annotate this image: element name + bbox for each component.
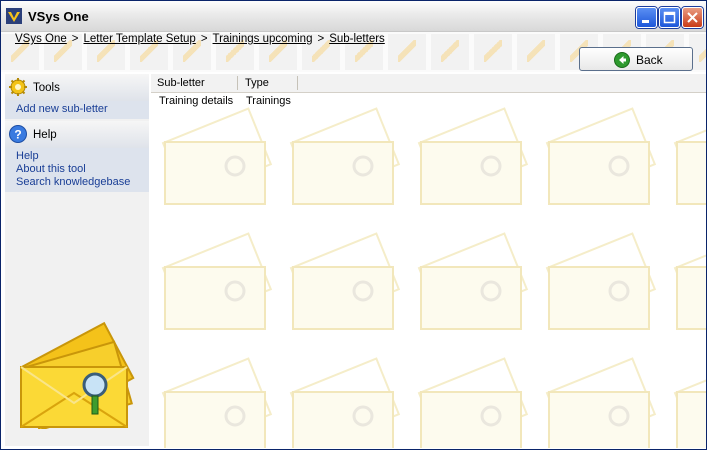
title-bar[interactable]: VSys One — [1, 1, 706, 32]
breadcrumb-separator: > — [317, 33, 325, 45]
app-window: VSys One VSys One > Letter Template Setup >… — [0, 0, 707, 450]
add-new-sub-letter-link[interactable]: Add new sub-letter — [16, 103, 149, 116]
breadcrumb-item-trainings-upcoming[interactable]: Trainings upcoming — [213, 33, 313, 45]
sidebar: Tools Add new sub-letter ? Help Help Abo… — [5, 74, 149, 446]
breadcrumb-item-sub-letters[interactable]: Sub-letters — [329, 33, 385, 45]
search-knowledgebase-link[interactable]: Search knowledgebase — [16, 176, 149, 189]
help-link[interactable]: Help — [16, 150, 149, 163]
minimize-button[interactable] — [636, 7, 657, 28]
envelope-watermark-icon — [161, 107, 706, 448]
cell-type: Trainings — [246, 95, 291, 107]
cell-sub-letter: Training details — [159, 95, 234, 107]
help-panel-body: Help About this tool Search knowledgebas… — [5, 148, 149, 192]
list-header: Sub-letter Type — [151, 74, 706, 93]
help-panel-header[interactable]: ? Help — [5, 121, 149, 148]
tools-panel-body: Add new sub-letter — [5, 101, 149, 119]
vsys-app-icon — [6, 8, 22, 24]
window-title: VSys One — [28, 9, 89, 24]
column-header-type[interactable]: Type — [245, 77, 269, 89]
sub-letter-list-area: Sub-letter Type Training details Trainin… — [151, 74, 706, 448]
close-button[interactable] — [682, 7, 703, 28]
envelopes-magnifier-icon — [20, 321, 135, 429]
maximize-icon — [663, 11, 676, 24]
back-button-label: Back — [636, 53, 663, 67]
column-divider[interactable] — [237, 76, 238, 90]
tools-panel-header[interactable]: Tools — [5, 74, 149, 101]
about-this-tool-link[interactable]: About this tool — [16, 163, 149, 176]
maximize-button[interactable] — [659, 7, 680, 28]
breadcrumb-item-letter-template-setup[interactable]: Letter Template Setup — [84, 33, 196, 45]
breadcrumb-separator: > — [200, 33, 208, 45]
back-button[interactable]: Back — [579, 47, 693, 71]
breadcrumb: VSys One > Letter Template Setup > Trainings… — [15, 33, 385, 45]
help-panel-title: Help — [33, 129, 57, 141]
column-header-sub-letter[interactable]: Sub-letter — [157, 77, 205, 89]
back-arrow-icon — [614, 52, 630, 68]
breadcrumb-separator: > — [71, 33, 79, 45]
tools-panel-title: Tools — [33, 82, 60, 94]
svg-text:?: ? — [14, 128, 21, 142]
list-row[interactable]: Training details Trainings — [151, 94, 706, 110]
breadcrumb-item-vsys-one[interactable]: VSys One — [15, 33, 67, 45]
tools-gear-icon — [9, 78, 27, 96]
column-divider[interactable] — [297, 76, 298, 90]
help-question-icon: ? — [9, 125, 27, 143]
close-icon — [687, 12, 698, 23]
minimize-icon — [642, 20, 649, 23]
